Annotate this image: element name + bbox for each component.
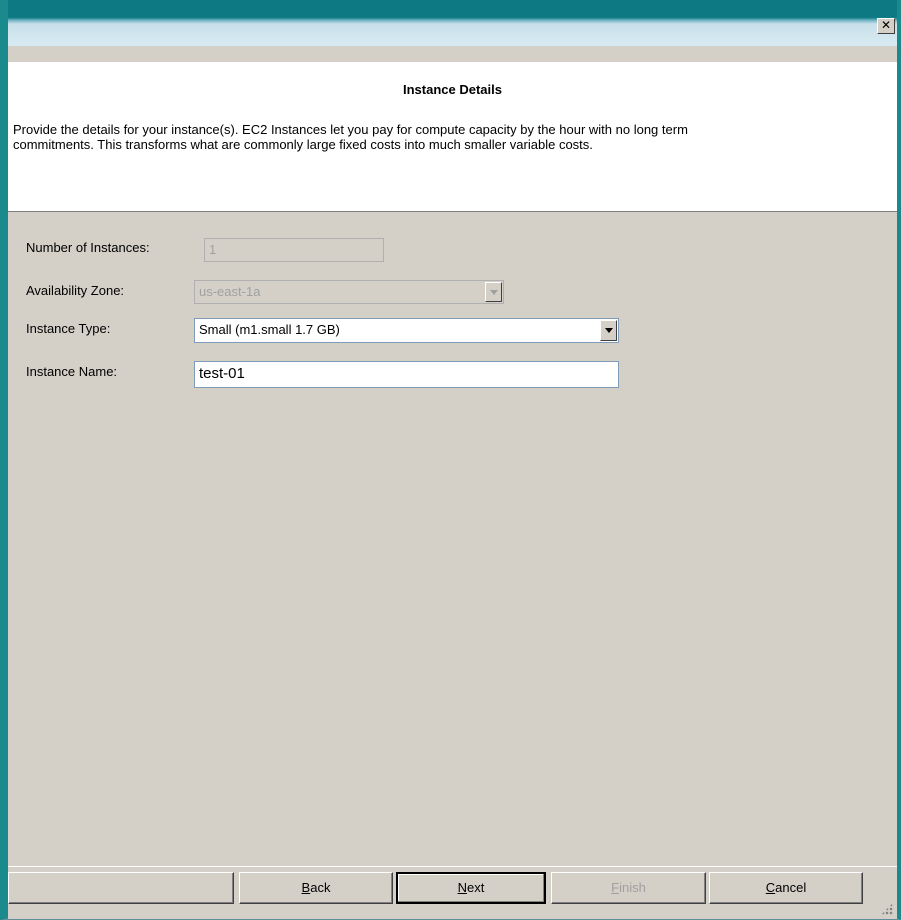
instance-name-label: Instance Name: bbox=[26, 364, 118, 379]
next-mnemonic: N bbox=[457, 880, 468, 895]
availability-zone-select[interactable]: us-east-1a bbox=[194, 280, 504, 304]
num-instances-input[interactable]: 1 bbox=[204, 238, 384, 262]
finish-label: inish bbox=[619, 880, 646, 895]
back-mnemonic: B bbox=[301, 880, 311, 895]
wizard-window: ✕ Instance Details Provide the details f… bbox=[0, 0, 901, 920]
close-button[interactable]: ✕ bbox=[877, 18, 895, 34]
close-icon: ✕ bbox=[880, 18, 892, 32]
finish-mnemonic: F bbox=[611, 880, 620, 895]
header-panel: Instance Details Provide the details for… bbox=[8, 62, 897, 212]
cancel-button[interactable]: Cancel bbox=[709, 872, 863, 904]
page-title: Instance Details bbox=[403, 82, 502, 97]
title-bar[interactable]: ✕ bbox=[8, 0, 897, 46]
back-button[interactable]: Back bbox=[239, 872, 393, 904]
status-panel bbox=[8, 872, 234, 904]
availability-zone-dropdown-button[interactable] bbox=[485, 282, 502, 302]
next-button[interactable]: Next bbox=[396, 872, 546, 904]
finish-button[interactable]: Finish bbox=[551, 872, 706, 904]
description-line-1: Provide the details for your instance(s)… bbox=[13, 122, 688, 137]
availability-zone-value: us-east-1a bbox=[199, 284, 261, 299]
cancel-label: ancel bbox=[775, 880, 807, 895]
next-label: ext bbox=[467, 880, 485, 895]
chevron-down-icon bbox=[605, 328, 613, 333]
button-bar: Back Next Finish Cancel bbox=[8, 866, 897, 919]
cancel-mnemonic: C bbox=[765, 880, 776, 895]
page-description: Provide the details for your instance(s)… bbox=[13, 122, 883, 152]
availability-zone-label: Availability Zone: bbox=[26, 283, 125, 298]
instance-type-dropdown-button[interactable] bbox=[600, 320, 617, 341]
instance-type-select[interactable]: Small (m1.small 1.7 GB) bbox=[194, 318, 619, 343]
description-line-2: commitments. This transforms what are co… bbox=[13, 137, 593, 152]
instance-type-value: Small (m1.small 1.7 GB) bbox=[199, 322, 340, 337]
instance-type-label: Instance Type: bbox=[26, 321, 111, 336]
chevron-down-icon bbox=[490, 290, 498, 295]
num-instances-label: Number of Instances: bbox=[26, 240, 150, 255]
back-label: ack bbox=[310, 880, 331, 895]
instance-name-input[interactable]: test-01 bbox=[194, 361, 619, 388]
resize-grip-icon[interactable] bbox=[881, 903, 893, 915]
